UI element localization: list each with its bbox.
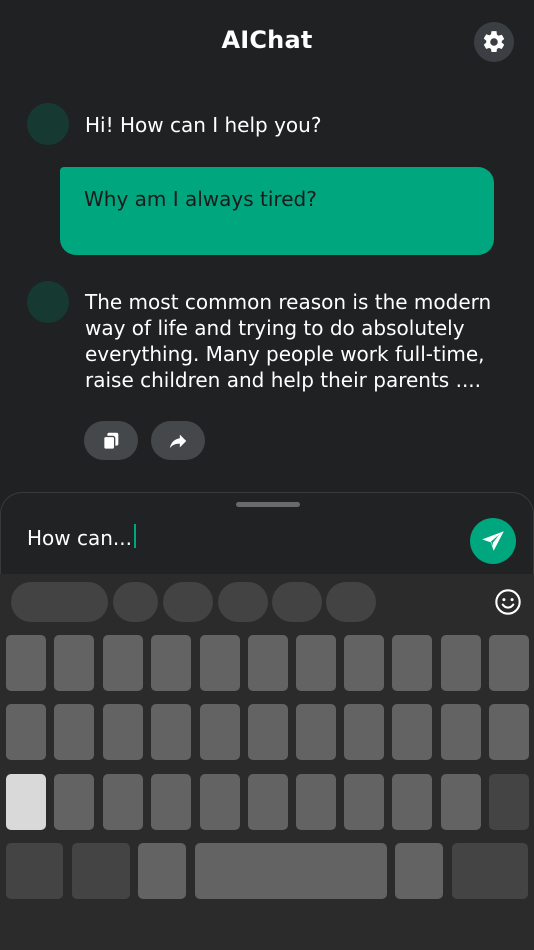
text-caret: [134, 524, 136, 548]
assistant-message: The most common reason is the modern way…: [85, 290, 492, 392]
keyboard-key[interactable]: [344, 635, 384, 691]
keyboard-key[interactable]: [54, 635, 94, 691]
emoji-button[interactable]: [493, 587, 523, 617]
settings-button[interactable]: [474, 22, 514, 62]
copy-icon: [102, 432, 119, 450]
suggestion-chip[interactable]: [272, 582, 322, 622]
suggestion-chip[interactable]: [326, 582, 376, 622]
assistant-avatar: [27, 103, 69, 145]
share-icon: [169, 434, 187, 448]
keyboard-key[interactable]: [441, 774, 481, 830]
suggestion-chip[interactable]: [218, 582, 268, 622]
keyboard-key[interactable]: [151, 704, 191, 760]
keyboard-key[interactable]: [344, 774, 384, 830]
copy-button[interactable]: [84, 421, 138, 460]
share-button[interactable]: [151, 421, 205, 460]
keyboard: [0, 574, 534, 950]
keyboard-key-period[interactable]: [395, 843, 443, 899]
keyboard-key[interactable]: [392, 774, 432, 830]
smiley-icon: [495, 589, 521, 615]
keyboard-key[interactable]: [296, 774, 336, 830]
keyboard-key[interactable]: [392, 704, 432, 760]
send-icon: [482, 531, 504, 551]
assistant-message: Hi! How can I help you?: [85, 113, 322, 137]
keyboard-key[interactable]: [54, 704, 94, 760]
keyboard-key[interactable]: [296, 704, 336, 760]
keyboard-key[interactable]: [248, 635, 288, 691]
keyboard-key[interactable]: [200, 704, 240, 760]
suggestion-chip[interactable]: [163, 582, 213, 622]
keyboard-key[interactable]: [103, 704, 143, 760]
keyboard-key[interactable]: [489, 704, 529, 760]
message-input[interactable]: How can...: [27, 523, 447, 553]
keyboard-key-lang[interactable]: [72, 843, 130, 899]
backspace-key[interactable]: [489, 774, 529, 830]
keyboard-key[interactable]: [103, 774, 143, 830]
send-button[interactable]: [470, 518, 516, 564]
keyboard-key-mode[interactable]: [6, 843, 63, 899]
keyboard-key[interactable]: [248, 704, 288, 760]
user-message-bubble: Why am I always tired?: [60, 167, 494, 255]
keyboard-key[interactable]: [392, 635, 432, 691]
keyboard-key[interactable]: [54, 774, 94, 830]
drag-handle[interactable]: [236, 502, 300, 507]
keyboard-key[interactable]: [248, 774, 288, 830]
keyboard-key[interactable]: [200, 774, 240, 830]
keyboard-key[interactable]: [441, 704, 481, 760]
message-input-value: How can...: [27, 526, 132, 550]
app-header: AIChat: [0, 0, 534, 85]
keyboard-key[interactable]: [103, 635, 143, 691]
keyboard-key-comma[interactable]: [138, 843, 186, 899]
suggestion-chip[interactable]: [113, 582, 158, 622]
keyboard-key[interactable]: [441, 635, 481, 691]
shift-key[interactable]: [6, 774, 46, 830]
keyboard-key[interactable]: [296, 635, 336, 691]
keyboard-key[interactable]: [151, 774, 191, 830]
gear-icon: [483, 31, 505, 53]
assistant-avatar: [27, 281, 69, 323]
keyboard-key[interactable]: [489, 635, 529, 691]
enter-key[interactable]: [452, 843, 528, 899]
keyboard-key[interactable]: [200, 635, 240, 691]
keyboard-key[interactable]: [6, 635, 46, 691]
keyboard-key[interactable]: [6, 704, 46, 760]
suggestion-chip[interactable]: [11, 582, 108, 622]
app-title: AIChat: [221, 26, 313, 54]
keyboard-key[interactable]: [151, 635, 191, 691]
space-key[interactable]: [195, 843, 387, 899]
keyboard-key[interactable]: [344, 704, 384, 760]
message-composer: How can...: [0, 492, 534, 576]
user-message: Why am I always tired?: [84, 187, 317, 211]
